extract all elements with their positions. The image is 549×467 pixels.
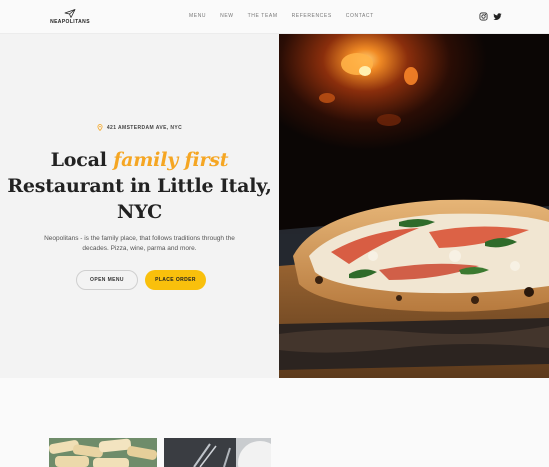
place-order-button[interactable]: PLACE ORDER	[145, 270, 206, 290]
main-nav: MENU NEW THE TEAM REFERENCES CONTACT	[189, 13, 374, 19]
nav-contact[interactable]: CONTACT	[346, 13, 374, 19]
brand-logo[interactable]: NEAPOLITANS	[50, 9, 90, 25]
nav-the-team[interactable]: THE TEAM	[248, 13, 278, 19]
pasta-photo	[49, 438, 157, 467]
address-text: 421 AMSTERDAM AVE, NYC	[106, 124, 183, 131]
brand-name: NEAPOLITANS	[50, 19, 90, 25]
headline-post: Restaurant in Little Italy, NYC	[7, 175, 272, 223]
headline-pre: Local	[50, 149, 114, 171]
location-pin-icon	[97, 124, 103, 131]
twitter-icon[interactable]	[493, 12, 502, 21]
instagram-icon[interactable]	[479, 12, 488, 21]
open-menu-button[interactable]: OPEN MENU	[76, 270, 138, 290]
table-setting-photo	[164, 438, 271, 467]
headline-accent: family first	[113, 149, 229, 171]
nav-menu[interactable]: MENU	[189, 13, 206, 19]
paper-plane-icon	[64, 9, 76, 18]
hero-description: Neopolitans - is the family place, that …	[44, 235, 235, 252]
nav-references[interactable]: REFERENCES	[292, 13, 332, 19]
nav-new[interactable]: NEW	[220, 13, 233, 19]
site-header: NEAPOLITANS MENU NEW THE TEAM REFERENCES…	[0, 0, 549, 34]
pizza-photo	[279, 34, 549, 378]
address-line: 421 AMSTERDAM AVE, NYC	[0, 124, 279, 131]
hero-headline: Local family first Restaurant in Little I…	[0, 147, 279, 225]
